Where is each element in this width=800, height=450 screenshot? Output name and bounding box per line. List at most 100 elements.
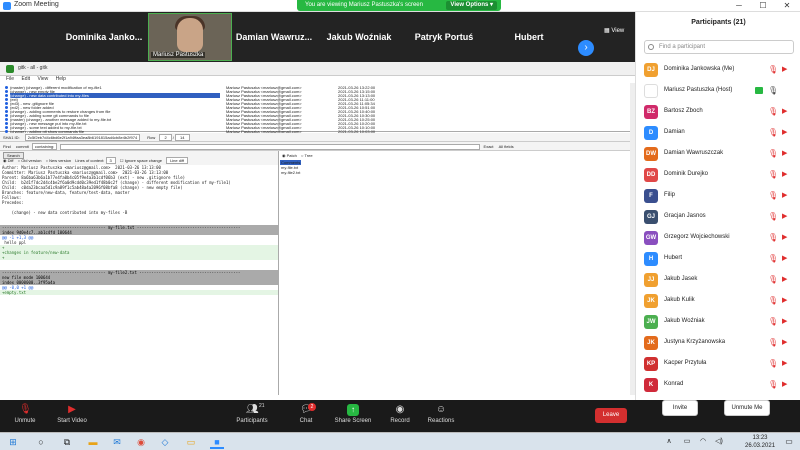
participant-row[interactable]: JW Jakub Woźniak 🎙︎ ▶ <box>636 312 800 333</box>
tray-chevron-icon[interactable]: ∧ <box>662 435 676 449</box>
participant-row[interactable]: JJ Jakub Jasek 🎙︎ ▶ <box>636 270 800 291</box>
vscode-icon[interactable]: ◇ <box>158 435 172 449</box>
ignore-ws-checkbox[interactable]: ☐ Ignore space change <box>120 158 162 163</box>
task-view-icon[interactable]: ⧉ <box>60 435 74 449</box>
close-icon[interactable]: ✕ <box>775 0 799 12</box>
maximize-icon[interactable]: ☐ <box>751 0 775 12</box>
view-button[interactable]: ▦ View <box>604 27 624 34</box>
tray-network-icon[interactable]: ▭ <box>680 435 694 449</box>
video-off-icon[interactable]: ▶ <box>782 359 792 369</box>
participant-row[interactable]: DW Damian Wawruszczak 🎙︎ ▶ <box>636 144 800 165</box>
video-off-icon[interactable]: ▶ <box>782 317 792 327</box>
mic-muted-icon[interactable]: 🎙︎ <box>768 359 778 369</box>
participant-row[interactable]: KP Kacper Przytuła 🎙︎ ▶ <box>636 354 800 375</box>
folder-icon[interactable]: ▭ <box>184 435 198 449</box>
file-list-item[interactable]: my-file2.txt <box>280 170 301 175</box>
video-tile[interactable]: Hubert <box>487 14 571 60</box>
share-screen-button[interactable]: ↑ Share Screen <box>333 404 373 424</box>
find-mode-select[interactable]: containing: <box>31 143 58 150</box>
participant-row[interactable]: GW Grzegorz Wojciechowski 🎙︎ ▶ <box>636 228 800 249</box>
video-tile[interactable]: Dominika Janko... <box>62 14 146 60</box>
mic-muted-icon[interactable]: 🎙︎ <box>768 296 778 306</box>
unmute-me-button[interactable]: Unmute Me <box>724 400 770 416</box>
clock[interactable]: 13:23 26.03.2021 <box>745 434 775 450</box>
video-tile[interactable]: Jakub Woźniak <box>317 14 401 60</box>
zoom-taskbar-icon[interactable]: ■ <box>210 435 224 449</box>
video-off-icon[interactable]: ▶ <box>782 275 792 285</box>
participant-row[interactable]: DD Dominik Durejko 🎙︎ ▶ <box>636 165 800 186</box>
mail-icon[interactable]: ✉ <box>110 435 124 449</box>
menu-edit[interactable]: Edit <box>21 76 30 82</box>
video-off-icon[interactable]: ▶ <box>782 191 792 201</box>
chrome-icon[interactable]: ◉ <box>134 435 148 449</box>
mic-muted-icon[interactable]: 🎙︎ <box>768 212 778 222</box>
mic-muted-icon[interactable]: 🎙︎ <box>768 317 778 327</box>
video-off-icon[interactable]: ▶ <box>782 380 792 390</box>
start-video-button[interactable]: ▶ Start Video <box>54 404 90 424</box>
unmute-button[interactable]: 🎙︎ Unmute <box>12 404 38 424</box>
line-diff-select[interactable]: Line diff <box>166 157 188 164</box>
mic-muted-icon[interactable]: 🎙︎ <box>768 191 778 201</box>
menu-help[interactable]: Help <box>56 76 66 82</box>
video-tile[interactable]: Damian Wawruz... <box>232 14 316 60</box>
old-version-radio[interactable]: ○ Old version <box>18 158 42 163</box>
participant-row[interactable]: H Hubert 🎙︎ ▶ <box>636 249 800 270</box>
new-version-radio[interactable]: ○ New version <box>46 158 72 163</box>
participant-row[interactable]: JK Jakub Kulik 🎙︎ ▶ <box>636 291 800 312</box>
minimize-icon[interactable]: ─ <box>727 0 751 12</box>
leave-button[interactable]: Leave <box>595 408 627 423</box>
patch-radio[interactable]: ◉ Patch <box>282 153 297 158</box>
lines-context-input[interactable]: 3 <box>105 157 116 164</box>
mic-muted-icon[interactable]: 🎙︎ <box>768 65 778 75</box>
participant-row[interactable]: JK Justyna Krzyżanowska 🎙︎ ▶ <box>636 333 800 354</box>
mic-muted-icon[interactable]: 🎙︎ <box>768 338 778 348</box>
reactions-button[interactable]: ☺ Reactions <box>426 404 456 424</box>
menu-file[interactable]: File <box>6 76 14 82</box>
find-fields[interactable]: All fields <box>499 144 514 149</box>
video-tile[interactable]: Patryk Portuś <box>402 14 486 60</box>
record-button[interactable]: ◉ Record <box>388 404 412 424</box>
participant-row[interactable]: Mariusz Pastuszka (Host) 🎙︎ <box>636 81 800 102</box>
participant-search-input[interactable]: Find a participant <box>644 40 794 54</box>
video-off-icon[interactable]: ▶ <box>782 233 792 243</box>
commit-list[interactable]: (master) (change) - different modificati… <box>0 83 635 134</box>
find-type[interactable]: commit <box>16 144 29 149</box>
video-off-icon[interactable]: ▶ <box>782 65 792 75</box>
mic-muted-icon[interactable]: 🎙︎ <box>768 275 778 285</box>
invite-button[interactable]: Invite <box>662 400 698 416</box>
mic-icon[interactable]: 🎙︎ <box>768 86 778 96</box>
mic-muted-icon[interactable]: 🎙︎ <box>768 233 778 243</box>
next-page-button[interactable]: › <box>578 40 594 56</box>
mic-muted-icon[interactable]: 🎙︎ <box>768 149 778 159</box>
video-off-icon[interactable]: ▶ <box>782 107 792 117</box>
search-taskbar-icon[interactable]: ○ <box>34 435 48 449</box>
participant-row[interactable]: DJ Dominika Jankowska (Me) 🎙︎ ▶ <box>636 60 800 81</box>
find-input[interactable] <box>60 143 481 150</box>
participant-row[interactable]: D Damian 🎙︎ ▶ <box>636 123 800 144</box>
menu-view[interactable]: View <box>37 76 48 82</box>
notifications-icon[interactable]: ▭ <box>782 435 796 449</box>
video-off-icon[interactable]: ▶ <box>782 149 792 159</box>
participant-row[interactable]: K Konrad 🎙︎ ▶ <box>636 375 800 396</box>
mic-muted-icon[interactable]: 🎙︎ <box>768 128 778 138</box>
video-off-icon[interactable]: ▶ <box>782 212 792 222</box>
find-exact[interactable]: Exact <box>484 144 494 149</box>
volume-icon[interactable]: ◁) <box>712 435 726 449</box>
participants-button[interactable]: 👥︎ Participants <box>232 404 272 424</box>
video-off-icon[interactable]: ▶ <box>782 128 792 138</box>
video-off-icon[interactable]: ▶ <box>782 254 792 264</box>
video-off-icon[interactable]: ▶ <box>782 338 792 348</box>
mic-muted-icon[interactable]: 🎙︎ <box>768 170 778 180</box>
video-off-icon[interactable]: ▶ <box>782 296 792 306</box>
mic-muted-icon[interactable]: 🎙︎ <box>768 254 778 264</box>
video-off-icon[interactable]: ▶ <box>782 170 792 180</box>
participant-row[interactable]: BZ Bartosz Zboch 🎙︎ ▶ <box>636 102 800 123</box>
mic-muted-icon[interactable]: 🎙︎ <box>768 107 778 117</box>
sha-input[interactable]: 2c5f2eb7d4c6bd6e2f1a94ffaa3ea8b6191815ad… <box>24 134 141 141</box>
view-options-button[interactable]: View Options ▾ <box>446 1 497 10</box>
diff-radio[interactable]: ◉ Diff <box>3 158 14 163</box>
file-explorer-icon[interactable]: ▬ <box>86 435 100 449</box>
diff-view[interactable]: Author: Mariusz Pastuszka <mariusz@gmail… <box>0 165 278 395</box>
windows-start-icon[interactable]: ⊞ <box>6 435 20 449</box>
wifi-icon[interactable]: ◠ <box>696 435 710 449</box>
